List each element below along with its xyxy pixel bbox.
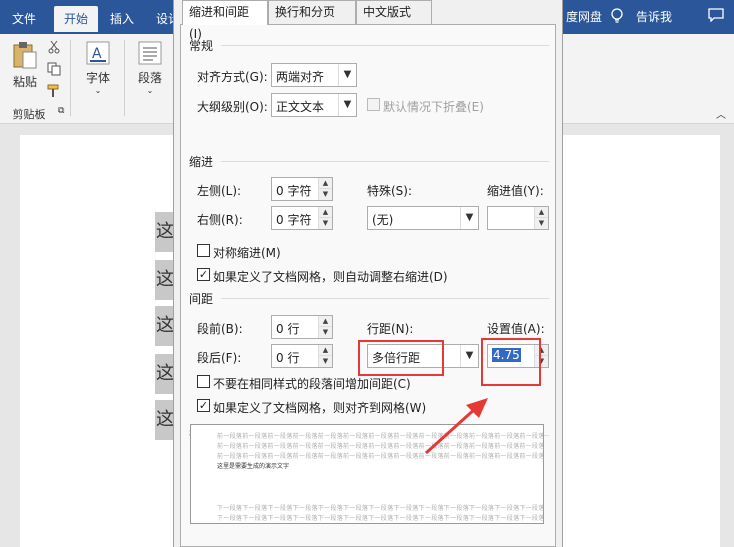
font-button[interactable]: A 字体 ⌄: [82, 40, 114, 95]
preview-prev-line: 前一段落前一段落前一段落前一段落前一段落前一段落前一段落前一段落前一段落前一段落…: [217, 443, 544, 450]
spin-down-icon[interactable]: ▼: [319, 218, 332, 229]
spacing-after-stepper[interactable]: 0 行 ▲ ▼: [271, 344, 333, 368]
no-space-same-style-label: 不要在相同样式的段落间增加间距(C): [213, 377, 411, 391]
preview-prev-line: 前一段落前一段落前一段落前一段落前一段落前一段落前一段落前一段落前一段落前一段落…: [217, 453, 544, 460]
alignment-label: 对齐方式(G):: [197, 70, 268, 84]
indent-right-stepper[interactable]: 0 字符 ▲ ▼: [271, 206, 333, 230]
spacing-section-title: 间距: [189, 292, 214, 306]
tab-line-and-page-breaks[interactable]: 换行和分页(P): [268, 0, 356, 41]
paragraph-label: 段落: [137, 71, 162, 85]
alignment-select[interactable]: 两端对齐 ▼: [271, 63, 357, 87]
chevron-down-icon[interactable]: ▼: [338, 94, 356, 116]
indent-by-label: 缩进值(Y):: [487, 184, 544, 198]
outline-level-label: 大纲级别(O):: [197, 100, 268, 114]
spin-up-icon[interactable]: ▲: [319, 316, 332, 327]
collapse-checkbox[interactable]: [367, 98, 380, 111]
tab-file[interactable]: 文件: [2, 6, 46, 32]
spacing-before-label: 段前(B):: [197, 322, 243, 336]
snap-to-grid-checkbox[interactable]: ✓: [197, 399, 210, 412]
indent-left-stepper[interactable]: 0 字符 ▲ ▼: [271, 177, 333, 201]
indent-left-label: 左侧(L):: [197, 184, 242, 198]
tell-me-tab[interactable]: 告诉我: [636, 8, 672, 25]
clipboard-group-label: 剪贴板: [12, 108, 46, 121]
spin-down-icon[interactable]: ▼: [319, 327, 332, 338]
spin-up-icon[interactable]: ▲: [319, 207, 332, 218]
tab-home[interactable]: 开始: [54, 6, 99, 32]
auto-right-indent-label: 如果定义了文档网格，则自动调整右缩进(D): [213, 270, 448, 284]
font-icon: A: [86, 41, 110, 65]
annotation-box-spacing-value: [481, 338, 541, 386]
spin-down-icon[interactable]: ▼: [535, 218, 548, 229]
cut-icon[interactable]: [46, 40, 62, 57]
spin-up-icon[interactable]: ▲: [319, 178, 332, 189]
indent-right-label: 右侧(R):: [197, 213, 243, 227]
spacing-after-label: 段后(F):: [197, 351, 242, 365]
chevron-down-icon: ⌄: [94, 86, 102, 95]
special-indent-select[interactable]: (无) ▼: [367, 206, 479, 230]
document-text: 这: [155, 306, 175, 346]
indent-right-value: 0 字符: [276, 213, 312, 227]
spacing-before-value: 0 行: [276, 322, 300, 336]
no-space-same-style-checkbox[interactable]: [197, 375, 210, 388]
chevron-down-icon: ⌄: [146, 86, 154, 95]
document-text: 这: [155, 260, 175, 300]
outline-level-select[interactable]: 正文文本 ▼: [271, 93, 357, 117]
special-indent-label: 特殊(S):: [367, 184, 413, 198]
auto-right-indent-checkbox[interactable]: ✓: [197, 268, 210, 281]
section-divider: [221, 298, 549, 299]
spacing-before-stepper[interactable]: 0 行 ▲ ▼: [271, 315, 333, 339]
comment-icon[interactable]: [708, 8, 724, 25]
svg-text:A: A: [92, 46, 102, 62]
lightbulb-icon[interactable]: [610, 8, 624, 27]
document-text: 这: [155, 212, 175, 252]
spin-up-icon[interactable]: ▲: [535, 207, 548, 218]
document-text: 这: [155, 354, 175, 394]
baidu-netdisk-tab[interactable]: 度网盘: [566, 8, 602, 25]
font-label: 字体: [85, 71, 110, 85]
indent-by-stepper[interactable]: ▲ ▼: [487, 206, 549, 230]
section-divider: [221, 161, 549, 162]
ribbon-separator: [70, 40, 71, 116]
indent-left-value: 0 字符: [276, 184, 312, 198]
section-divider: [221, 45, 549, 46]
preview-next-line: 下一段落下一段落下一段落下一段落下一段落下一段落下一段落下一段落下一段落下一段落…: [217, 505, 544, 512]
line-spacing-label: 行距(N):: [367, 322, 414, 336]
preview-next-line: 下一段落下一段落下一段落下一段落下一段落下一段落下一段落下一段落下一段落下一段落…: [217, 515, 544, 522]
copy-icon[interactable]: [46, 62, 62, 79]
tab-insert[interactable]: 插入: [100, 6, 144, 32]
chevron-down-icon[interactable]: ▼: [460, 345, 478, 367]
chevron-down-icon[interactable]: ▼: [338, 64, 356, 86]
preview-sample-text: 这里是需要生成的演示文字: [217, 463, 290, 470]
indent-section-title: 缩进: [189, 155, 214, 169]
paragraph-button[interactable]: 段落 ⌄: [134, 40, 166, 95]
ribbon-separator: [124, 40, 125, 116]
collapse-ribbon-icon[interactable]: ︿: [716, 106, 726, 121]
collapse-label: 默认情况下折叠(E): [383, 100, 484, 114]
paste-label: 粘贴: [12, 75, 37, 89]
format-painter-icon[interactable]: [46, 84, 62, 101]
chevron-down-icon[interactable]: ▼: [460, 207, 478, 229]
document-text: 这: [155, 400, 175, 440]
spacing-at-label: 设置值(A):: [487, 322, 545, 336]
annotation-box-line-spacing: [358, 340, 444, 376]
spin-down-icon[interactable]: ▼: [319, 189, 332, 200]
tab-asian-typography[interactable]: 中文版式(H): [356, 0, 432, 41]
spin-up-icon[interactable]: ▲: [319, 345, 332, 356]
paragraph-icon: [138, 41, 162, 65]
paragraph-preview: 前一段落前一段落前一段落前一段落前一段落前一段落前一段落前一段落前一段落前一段落…: [190, 424, 544, 524]
spacing-after-value: 0 行: [276, 351, 300, 365]
preview-prev-line: 前一段落前一段落前一段落前一段落前一段落前一段落前一段落前一段落前一段落前一段落…: [217, 433, 544, 440]
clipboard-icon: [13, 42, 37, 69]
mirror-indent-checkbox[interactable]: [197, 244, 210, 257]
alignment-value: 两端对齐: [276, 70, 325, 84]
snap-to-grid-label: 如果定义了文档网格，则对齐到网格(W): [213, 401, 427, 415]
mirror-indent-label: 对称缩进(M): [213, 246, 281, 260]
paste-button[interactable]: 粘贴: [8, 40, 42, 90]
special-indent-value: (无): [372, 213, 394, 227]
paragraph-dialog: 缩进和间距(I) 换行和分页(P) 中文版式(H) 常规 对齐方式(G): 两端…: [173, 0, 563, 547]
dialog-launcher-icon[interactable]: ⧉: [58, 106, 64, 116]
outline-level-value: 正文文本: [276, 100, 325, 114]
spin-down-icon[interactable]: ▼: [319, 356, 332, 367]
tab-indents-and-spacing[interactable]: 缩进和间距(I): [182, 0, 268, 41]
